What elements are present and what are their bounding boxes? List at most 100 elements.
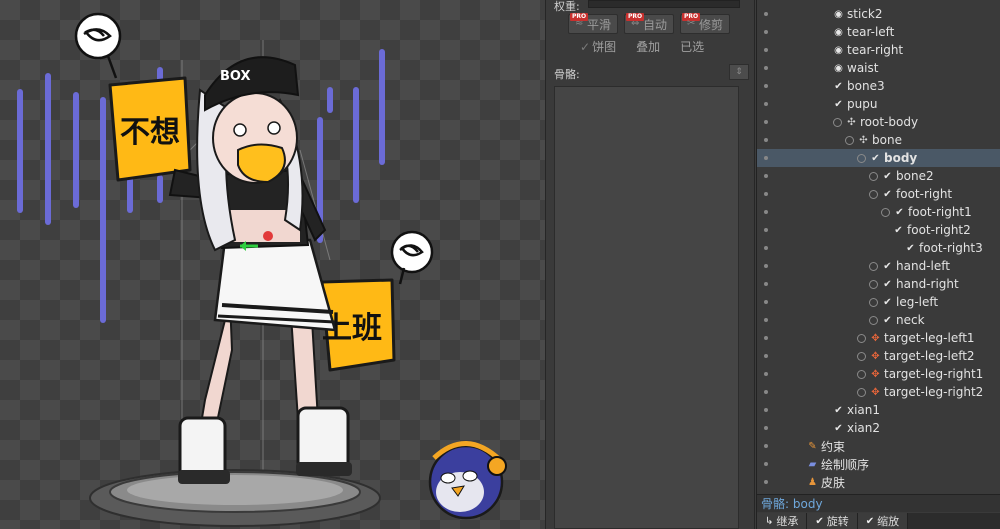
tab-rotate[interactable]: ✔ 旋转 — [807, 513, 858, 529]
expand-toggle-icon[interactable] — [845, 135, 854, 145]
tree-item[interactable]: ◉ stick2 — [757, 5, 1000, 23]
visibility-dot-icon[interactable] — [764, 264, 768, 268]
tab-scale[interactable]: ✔ 缩放 — [857, 513, 909, 529]
scribble-sticker-right — [390, 230, 434, 285]
overlay-option[interactable]: 叠加 — [636, 38, 660, 55]
visibility-dot-icon[interactable] — [764, 48, 768, 52]
properties-panel: 权重: PRO ≈ 平滑 PRO ⇔ 自动 PRO ✂ 修剪 ✓ 饼图 叠加 已选… — [545, 0, 755, 529]
tree-item[interactable]: ♟ 皮肤 — [757, 473, 1000, 491]
selected-label: 已选 — [680, 40, 705, 54]
visibility-dot-icon[interactable] — [764, 300, 768, 304]
tree-item[interactable]: ✔ foot-right3 — [757, 239, 1000, 257]
visibility-dot-icon[interactable] — [764, 120, 768, 124]
bones-list[interactable] — [554, 86, 739, 529]
expand-toggle-icon[interactable] — [833, 117, 842, 127]
tree-item[interactable]: ✔ foot-right — [757, 185, 1000, 203]
visibility-dot-icon[interactable] — [764, 156, 768, 160]
visibility-dot-icon[interactable] — [764, 138, 768, 142]
tree-item-label: bone — [872, 133, 902, 147]
expand-toggle-icon[interactable] — [869, 315, 878, 325]
visibility-dot-icon[interactable] — [764, 354, 768, 358]
visibility-dot-icon[interactable] — [764, 444, 768, 448]
bones-sort-button[interactable]: ⇕ — [729, 64, 749, 80]
visibility-dot-icon[interactable] — [764, 318, 768, 322]
tree-item[interactable]: ✔ foot-right1 — [757, 203, 1000, 221]
tree-item[interactable]: ✔ bone3 — [757, 77, 1000, 95]
tree-item[interactable]: ✣ root-body — [757, 113, 1000, 131]
visibility-dot-icon[interactable] — [764, 246, 768, 250]
tree-item[interactable]: ✔ xian2 — [757, 419, 1000, 437]
expand-toggle-icon[interactable] — [869, 189, 878, 199]
visibility-dot-icon[interactable] — [764, 480, 768, 484]
tree-item[interactable]: ◉ tear-left — [757, 23, 1000, 41]
visibility-dot-icon[interactable] — [764, 12, 768, 16]
expand-toggle-icon[interactable] — [857, 333, 866, 343]
expand-toggle-icon[interactable] — [869, 297, 878, 307]
expand-toggle-icon[interactable] — [869, 261, 878, 271]
tree-item[interactable]: ✥ target-leg-left2 — [757, 347, 1000, 365]
tree-item[interactable]: ✔ bone2 — [757, 167, 1000, 185]
tree-view[interactable]: ◉ stick2 ◉ tear-left ◉ tear-right ◉ waist ✔ bone3… — [757, 0, 1000, 492]
visibility-dot-icon[interactable] — [764, 30, 768, 34]
visibility-dot-icon[interactable] — [764, 84, 768, 88]
overlay-label: 叠加 — [636, 40, 661, 54]
cap-logo-text: BOX — [220, 69, 251, 84]
tree-item[interactable]: ✔ foot-right2 — [757, 221, 1000, 239]
tree-item[interactable]: ✔ xian1 — [757, 401, 1000, 419]
tab-inherit[interactable]: ↳ 继承 — [757, 513, 808, 529]
expand-toggle-icon[interactable] — [857, 153, 866, 163]
bone-icon: ✔ — [834, 404, 843, 416]
expand-toggle-icon[interactable] — [857, 387, 866, 397]
tree-item[interactable]: ◉ tear-right — [757, 41, 1000, 59]
visibility-dot-icon[interactable] — [764, 192, 768, 196]
bone-icon: ✔ — [883, 170, 892, 182]
tree-item[interactable]: ✔ hand-left — [757, 257, 1000, 275]
expand-toggle-icon[interactable] — [857, 369, 866, 379]
expand-toggle-icon[interactable] — [881, 207, 890, 217]
pie-chart-label: 饼图 — [592, 40, 617, 54]
tree-item[interactable]: ✔ hand-right — [757, 275, 1000, 293]
visibility-dot-icon[interactable] — [764, 210, 768, 214]
canvas-viewport[interactable]: 不想 上班 BOX — [0, 0, 545, 529]
selected-option[interactable]: 已选 — [680, 38, 704, 55]
visibility-dot-icon[interactable] — [764, 426, 768, 430]
tree-item-label: leg-left — [896, 295, 939, 309]
pie-chart-option[interactable]: ✓ 饼图 — [580, 38, 616, 55]
weight-label: 权重: — [554, 0, 580, 13]
tab-scale-label: 缩放 — [877, 515, 900, 528]
visibility-dot-icon[interactable] — [764, 336, 768, 340]
tree-item[interactable]: ▰ 绘制顺序 — [757, 455, 1000, 473]
visibility-dot-icon[interactable] — [764, 390, 768, 394]
tree-item[interactable]: ✔ pupu — [757, 95, 1000, 113]
visibility-dot-icon[interactable] — [764, 174, 768, 178]
tree-item[interactable]: ✥ target-leg-right2 — [757, 383, 1000, 401]
tree-item[interactable]: ◉ waist — [757, 59, 1000, 77]
visibility-dot-icon[interactable] — [764, 372, 768, 376]
expand-toggle-icon[interactable] — [869, 279, 878, 289]
auto-button[interactable]: PRO ⇔ 自动 — [624, 13, 675, 34]
tree-item[interactable]: ✔ leg-left — [757, 293, 1000, 311]
visibility-dot-icon[interactable] — [764, 102, 768, 106]
radio-bone-icon: ◉ — [834, 44, 843, 56]
tree-item[interactable]: ✣ bone — [757, 131, 1000, 149]
visibility-dot-icon[interactable] — [764, 228, 768, 232]
visibility-dot-icon[interactable] — [764, 408, 768, 412]
tree-item[interactable]: ✥ target-leg-right1 — [757, 365, 1000, 383]
weight-slider[interactable] — [588, 0, 740, 8]
expand-toggle-icon[interactable] — [857, 351, 866, 361]
tree-item[interactable]: ✔ neck — [757, 311, 1000, 329]
tree-item[interactable]: ✔ body — [757, 149, 1000, 167]
tree-item[interactable]: ✎ 约束 — [757, 437, 1000, 455]
smooth-button[interactable]: PRO ≈ 平滑 — [568, 13, 619, 34]
draw-order-icon: ▰ — [808, 458, 817, 470]
tree-item-label: hand-right — [896, 277, 959, 291]
bone-icon: ✔ — [883, 260, 892, 272]
visibility-dot-icon[interactable] — [764, 66, 768, 70]
visibility-dot-icon[interactable] — [764, 282, 768, 286]
expand-toggle-icon[interactable] — [869, 171, 878, 181]
tree-item-label: xian2 — [847, 421, 881, 435]
tree-item[interactable]: ✥ target-leg-left1 — [757, 329, 1000, 347]
constraint-icon: ✎ — [808, 440, 817, 452]
visibility-dot-icon[interactable] — [764, 462, 768, 466]
prune-button[interactable]: PRO ✂ 修剪 — [680, 13, 731, 34]
